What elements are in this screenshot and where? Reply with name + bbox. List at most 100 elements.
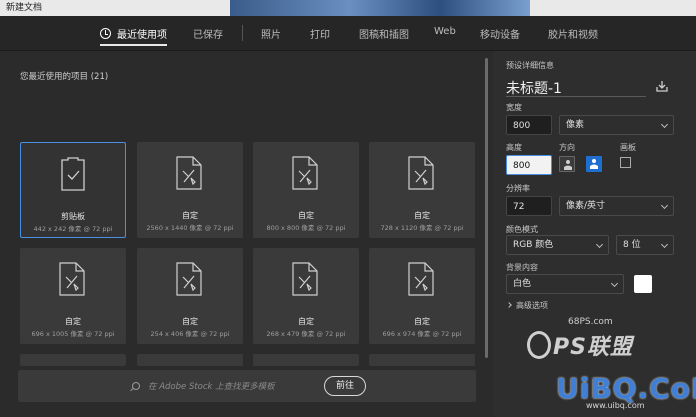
recent-item-partial[interactable] — [20, 354, 126, 366]
recent-heading: 您最近使用的项目 (21) — [20, 70, 108, 82]
recent-scrollbar-thumb[interactable] — [485, 58, 488, 358]
save-preset-icon[interactable] — [656, 80, 668, 92]
recent-heading-text: 您最近使用的项目 — [20, 72, 89, 82]
titlebar-background — [230, 0, 530, 16]
recent-item-meta: 696 x 974 像素 @ 72 ppi — [382, 330, 462, 338]
width-unit-select[interactable]: 像素 — [559, 115, 674, 135]
chevron-down-icon — [660, 201, 669, 210]
stock-search-input[interactable]: 在 Adobe Stock 上查找更多模板 — [148, 380, 275, 392]
custom-doc-icon — [408, 156, 434, 190]
chevron-down-icon — [660, 120, 669, 129]
recent-item-meta: 442 x 242 像素 @ 72 ppi — [33, 225, 113, 233]
recent-item-custom[interactable]: 自定 696 x 1005 像素 @ 72 ppi — [20, 248, 126, 344]
recent-item-name: 自定 — [298, 211, 314, 220]
tab-film-video[interactable]: 胶片和视频 — [548, 26, 598, 41]
width-unit-value: 像素 — [566, 120, 585, 130]
bit-depth-select[interactable]: 8 位 — [616, 235, 674, 255]
window-title: 新建文档 — [6, 3, 43, 13]
tab-print[interactable]: 打印 — [310, 26, 330, 41]
watermark-url: www.uibq.com — [586, 401, 645, 410]
bit-depth-value: 8 位 — [623, 240, 641, 250]
category-tabs: 最近使用项 已保存 照片 打印 图稿和插图 Web 移动设备 胶片和视频 — [0, 16, 696, 51]
recent-item-name: 自定 — [414, 211, 430, 220]
artboard-checkbox[interactable] — [620, 157, 631, 168]
recent-item-name: 自定 — [65, 317, 81, 326]
tab-recent[interactable]: 最近使用项 — [100, 26, 167, 46]
custom-doc-icon — [59, 262, 85, 296]
recent-item-meta: 2560 x 1440 像素 @ 72 ppi — [146, 224, 234, 232]
recent-item-name: 自定 — [414, 317, 430, 326]
watermark-logo-mark — [527, 331, 551, 359]
clipboard-icon — [61, 157, 85, 191]
landscape-icon — [590, 159, 598, 169]
portrait-icon — [564, 160, 572, 170]
recent-item-meta: 800 x 800 像素 @ 72 ppi — [266, 224, 346, 232]
search-icon — [132, 382, 140, 390]
background-color-swatch[interactable] — [634, 275, 652, 293]
recent-item-meta: 254 x 406 像素 @ 72 ppi — [150, 330, 230, 338]
recent-item-name: 剪贴板 — [61, 212, 85, 221]
custom-doc-icon — [176, 262, 202, 296]
recent-item-custom[interactable]: 自定 800 x 800 像素 @ 72 ppi — [253, 142, 359, 238]
background-value: 白色 — [513, 279, 532, 289]
recent-item-meta: 696 x 1005 像素 @ 72 ppi — [31, 330, 115, 338]
go-button[interactable]: 前往 — [324, 376, 366, 396]
tab-recent-label: 最近使用项 — [117, 30, 167, 41]
recent-item-custom[interactable]: 自定 696 x 974 像素 @ 72 ppi — [369, 248, 475, 344]
recent-item-clipboard[interactable]: 剪贴板 442 x 242 像素 @ 72 ppi — [20, 142, 126, 238]
width-label: 宽度 — [506, 103, 522, 112]
chevron-down-icon — [610, 279, 619, 288]
recent-item-meta: 728 x 1120 像素 @ 72 ppi — [380, 224, 464, 232]
advanced-options-label: 高级选项 — [516, 301, 548, 310]
recent-item-partial[interactable] — [369, 354, 475, 366]
orientation-label: 方向 — [559, 143, 575, 152]
recent-item-partial[interactable] — [253, 354, 359, 366]
tab-saved[interactable]: 已保存 — [193, 26, 223, 41]
custom-doc-icon — [408, 262, 434, 296]
recent-item-name: 自定 — [182, 211, 198, 220]
advanced-options-toggle[interactable]: 高级选项 — [507, 300, 548, 311]
chevron-down-icon — [595, 240, 604, 249]
chevron-down-icon — [660, 240, 669, 249]
document-name-underline — [506, 96, 646, 97]
width-input[interactable]: 800 — [506, 115, 552, 135]
resolution-unit-value: 像素/英寸 — [566, 201, 606, 211]
color-mode-label: 颜色模式 — [506, 225, 538, 234]
stock-search-bar: 在 Adobe Stock 上查找更多模板 前往 — [18, 370, 476, 402]
tab-divider — [242, 25, 243, 41]
tab-photo[interactable]: 照片 — [261, 26, 281, 41]
recent-count: (21) — [90, 72, 109, 82]
window-titlebar: 新建文档 — [0, 0, 696, 16]
preset-section-title: 预设详细信息 — [506, 61, 554, 70]
height-label: 高度 — [506, 143, 522, 152]
portrait-orientation-button[interactable] — [559, 156, 575, 172]
recent-item-name: 自定 — [298, 317, 314, 326]
color-mode-select[interactable]: RGB 颜色 — [506, 235, 609, 255]
recent-item-custom[interactable]: 自定 2560 x 1440 像素 @ 72 ppi — [137, 142, 243, 238]
landscape-orientation-button[interactable] — [586, 156, 602, 172]
recent-item-partial[interactable] — [137, 354, 243, 366]
document-name-input[interactable]: 未标题-1 — [506, 78, 562, 98]
watermark-logo-text: PS联盟 — [553, 335, 633, 360]
tab-mobile[interactable]: 移动设备 — [480, 26, 520, 41]
resolution-input[interactable]: 72 — [506, 196, 552, 216]
recent-item-meta: 268 x 479 像素 @ 72 ppi — [266, 330, 346, 338]
background-select[interactable]: 白色 — [506, 274, 624, 294]
color-mode-value: RGB 颜色 — [513, 240, 554, 250]
recent-item-custom[interactable]: 自定 728 x 1120 像素 @ 72 ppi — [369, 142, 475, 238]
recent-item-custom[interactable]: 自定 254 x 406 像素 @ 72 ppi — [137, 248, 243, 344]
resolution-label: 分辨率 — [506, 184, 530, 193]
watermark-site: 68PS.com — [568, 317, 613, 327]
tab-web[interactable]: Web — [434, 26, 456, 37]
recent-item-name: 自定 — [182, 317, 198, 326]
watermark-logo: PS联盟 — [527, 327, 647, 363]
height-input[interactable]: 800 — [506, 155, 552, 175]
background-label: 背景内容 — [506, 263, 538, 272]
custom-doc-icon — [176, 156, 202, 190]
artboard-label: 画板 — [620, 143, 636, 152]
tab-art-illustration[interactable]: 图稿和插图 — [359, 26, 409, 41]
recent-item-custom[interactable]: 自定 268 x 479 像素 @ 72 ppi — [253, 248, 359, 344]
clock-icon — [100, 28, 111, 39]
custom-doc-icon — [292, 262, 318, 296]
resolution-unit-select[interactable]: 像素/英寸 — [559, 196, 674, 216]
